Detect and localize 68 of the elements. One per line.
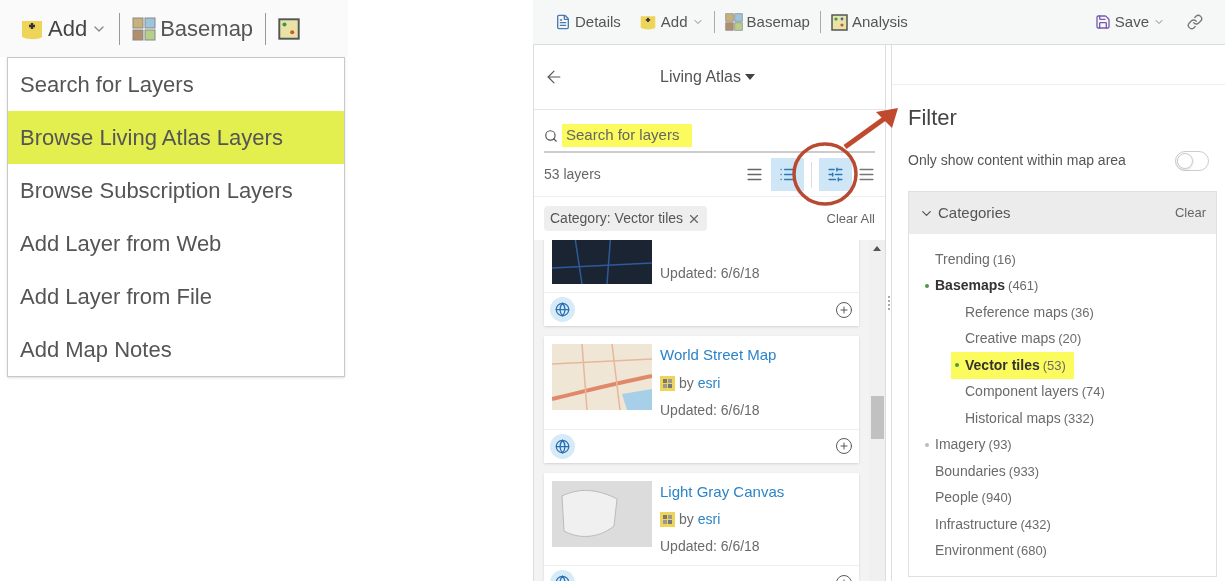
annotation-circle: [790, 140, 860, 208]
basemap-grid-icon: [132, 16, 157, 41]
category-item[interactable]: Vector tiles (53): [951, 352, 1074, 379]
document-icon: [555, 14, 571, 30]
menu-item[interactable]: Add Layer from File: [8, 270, 344, 323]
add-button[interactable]: Add: [638, 10, 704, 34]
sliders-icon: [827, 166, 844, 183]
category-item[interactable]: Environment (680): [921, 537, 1055, 564]
category-item[interactable]: People (940): [921, 484, 1020, 511]
bullet-list-icon: [779, 166, 796, 183]
owner-link[interactable]: esri: [697, 509, 721, 530]
menu-item[interactable]: Search for Layers: [8, 58, 344, 111]
category-item[interactable]: Reference maps (36): [951, 299, 1102, 326]
search-icon: [544, 128, 558, 143]
add-circle-icon[interactable]: [835, 300, 853, 319]
scroll-up-icon[interactable]: [873, 246, 881, 251]
category-item[interactable]: Historical maps (332): [951, 405, 1103, 432]
analysis-button[interactable]: Analysis: [830, 10, 908, 34]
save-button[interactable]: Save: [1094, 10, 1165, 34]
filter-button[interactable]: [819, 158, 852, 191]
link-icon[interactable]: [1187, 14, 1203, 30]
details-button[interactable]: Details: [555, 10, 621, 34]
layer-title-link[interactable]: Light Gray Canvas: [660, 480, 785, 503]
category-item[interactable]: Trending (16): [921, 246, 1024, 273]
by-label: by: [679, 373, 694, 393]
menu-item[interactable]: Add Layer from Web: [8, 217, 344, 270]
by-label: by: [679, 510, 694, 529]
menu-item[interactable]: Browse Subscription Layers: [8, 164, 344, 217]
layer-count: 53 layers: [544, 165, 601, 184]
menu-item[interactable]: Browse Living Atlas Layers: [8, 111, 344, 164]
menu-item[interactable]: Add Map Notes: [8, 323, 344, 376]
gallery-dropdown[interactable]: Living Atlas: [660, 65, 779, 89]
globe-icon: [550, 297, 575, 322]
map-area-toggle[interactable]: [1175, 150, 1209, 171]
category-item[interactable]: Infrastructure (432): [921, 511, 1059, 538]
scrollbar-thumb[interactable]: [870, 396, 884, 439]
lines-icon: [746, 166, 763, 183]
categories-header[interactable]: Categories: [919, 201, 1011, 225]
map-area-label: Only show content within map area: [908, 151, 1126, 170]
clear-all-link[interactable]: Clear All: [826, 208, 875, 229]
table-view-icon[interactable]: [858, 166, 875, 183]
globe-icon: [550, 433, 575, 459]
basemap-grid-icon: [724, 13, 743, 31]
filter-chip[interactable]: Category: Vector tiles: [544, 206, 708, 231]
category-item[interactable]: Boundaries (933): [921, 458, 1048, 485]
category-item[interactable]: Component layers (74): [951, 378, 1113, 405]
owner-link[interactable]: esri: [697, 372, 721, 394]
filter-title: Filter: [908, 104, 958, 132]
basemap-badge-icon: [660, 375, 675, 391]
basemap-button[interactable]: Basemap: [724, 10, 810, 34]
category-item[interactable]: Imagery (93): [921, 431, 1020, 458]
updated-date: Updated: 6/6/18: [660, 264, 760, 283]
map-icon: [830, 13, 848, 31]
add-button[interactable]: Add: [20, 12, 108, 45]
layer-title-link[interactable]: World Street Map: [660, 344, 777, 367]
clear-link[interactable]: Clear: [1174, 203, 1206, 223]
category-item[interactable]: Basemaps (461): [921, 272, 1047, 299]
add-circle-icon[interactable]: [835, 437, 853, 455]
updated-date: Updated: 6/6/18: [660, 537, 761, 556]
category-item[interactable]: Creative maps (20): [951, 325, 1090, 352]
basemap-badge-icon: [660, 512, 675, 527]
basemap-button[interactable]: Basemap: [132, 12, 254, 45]
add-layer-icon: [638, 14, 657, 30]
map-icon[interactable]: [278, 17, 301, 40]
caret-icon: [744, 74, 755, 80]
search-field[interactable]: Search for layers: [562, 124, 692, 147]
save-icon: [1094, 14, 1111, 30]
updated-date: Updated: 6/6/18: [660, 400, 761, 420]
